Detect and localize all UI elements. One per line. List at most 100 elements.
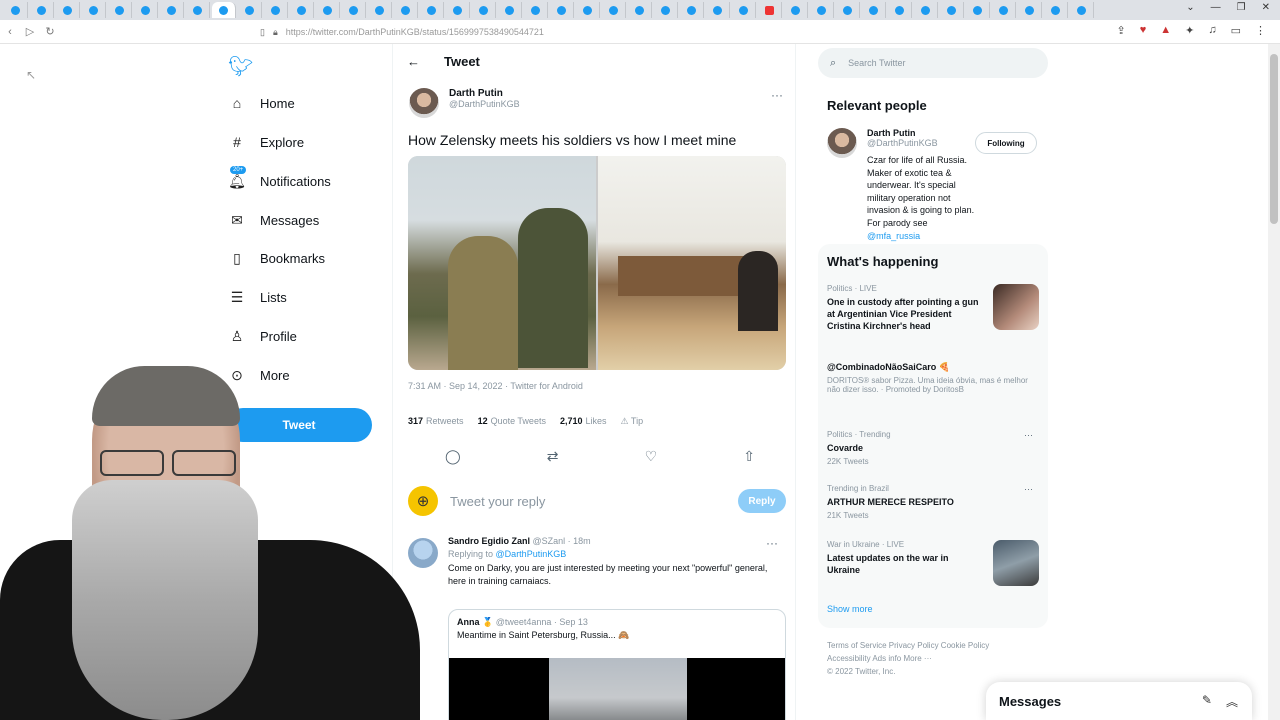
sidebar-icon[interactable]: ▭ <box>1231 24 1241 37</box>
media-icon[interactable]: ♫ <box>1208 24 1216 37</box>
author-handle[interactable]: @DarthPutinKGB <box>449 99 520 109</box>
bio-link[interactable]: @mfa_russia <box>867 231 920 241</box>
tweet-author[interactable]: Darth Putin @DarthPutinKGB <box>409 88 520 118</box>
browser-tab[interactable] <box>550 2 574 18</box>
browser-tab[interactable] <box>472 2 496 18</box>
browser-tab[interactable] <box>862 2 886 18</box>
browser-tab[interactable] <box>316 2 340 18</box>
replying-to-handle[interactable]: @DarthPutinKGB <box>496 549 567 559</box>
browser-tab[interactable] <box>784 2 808 18</box>
reply-input[interactable]: Tweet your reply <box>450 494 738 509</box>
sidebar-item-messages[interactable]: ✉ Messages <box>228 206 319 234</box>
more-options-icon[interactable]: ··· <box>771 88 783 102</box>
address-bar[interactable]: ▯ 🔒︎ https://twitter.com/DarthPutinKGB/s… <box>260 23 950 41</box>
share-icon[interactable]: ⇧ <box>743 448 755 465</box>
quotes-count[interactable]: 12 Quote Tweets <box>478 416 546 427</box>
sidebar-item-notifications[interactable]: 🔔︎ 20+ Notifications <box>228 166 331 195</box>
browser-tab[interactable] <box>1044 2 1068 18</box>
reply-button[interactable]: Reply <box>738 489 786 513</box>
browser-tab[interactable] <box>810 2 834 18</box>
tweet-photo-hall[interactable] <box>598 156 786 370</box>
browser-tab[interactable] <box>134 2 158 18</box>
more-options-icon[interactable]: ··· <box>1024 484 1033 494</box>
messages-drawer[interactable]: Messages ✎ ︽ <box>986 682 1252 720</box>
browser-tab[interactable] <box>264 2 288 18</box>
more-options-icon[interactable]: ··· <box>766 536 778 550</box>
trend-item-promoted[interactable]: @CombinadoNãoSaiCaro 🍕 DORITOS® sabor Pi… <box>827 358 1039 394</box>
browser-tab[interactable] <box>1070 2 1094 18</box>
browser-tab[interactable] <box>966 2 990 18</box>
browser-tab[interactable] <box>420 2 444 18</box>
browser-tab[interactable] <box>56 2 80 18</box>
search-input[interactable]: ⌕ Search Twitter <box>818 48 1048 78</box>
trend-item[interactable]: Politics · LIVE One in custody after poi… <box>827 284 1039 332</box>
expand-icon[interactable]: ︽ <box>1226 693 1238 710</box>
tip-button[interactable]: ⚠︎ Tip <box>621 416 644 427</box>
footer-line[interactable]: Accessibility Ads info More ··· <box>827 653 1037 666</box>
bookmark-page-icon[interactable]: ▯ <box>260 27 265 38</box>
browser-tab[interactable] <box>82 2 106 18</box>
show-more-link[interactable]: Show more <box>827 604 873 614</box>
browser-tab[interactable] <box>654 2 678 18</box>
quote-media[interactable] <box>449 658 785 720</box>
trend-item[interactable]: War in Ukraine · LIVE Latest updates on … <box>827 540 1039 586</box>
browser-tab[interactable] <box>758 2 782 18</box>
sidebar-item-lists[interactable]: ☰ Lists <box>228 283 287 311</box>
trend-item[interactable]: Politics · Trending Covarde 22K Tweets ·… <box>827 430 1039 466</box>
relevant-person-name[interactable]: Darth Putin <box>867 128 977 138</box>
new-message-icon[interactable]: ✎ <box>1202 693 1212 710</box>
browser-tab[interactable] <box>342 2 366 18</box>
avatar[interactable] <box>827 128 857 158</box>
extensions-puzzle-icon[interactable]: ✦ <box>1185 24 1194 37</box>
author-display-name[interactable]: Darth Putin <box>449 88 520 99</box>
browser-tab[interactable] <box>732 2 756 18</box>
quoted-tweet[interactable]: Anna 🥇 @tweet4anna · Sep 13 Meantime in … <box>448 609 786 720</box>
browser-tab[interactable] <box>888 2 912 18</box>
minimize-icon[interactable]: — <box>1211 2 1221 13</box>
share-icon[interactable]: ⇪ <box>1116 24 1125 37</box>
trend-item[interactable]: Trending in Brazil ARTHUR MERECE RESPEIT… <box>827 484 1039 520</box>
browser-tab[interactable] <box>836 2 860 18</box>
url-text[interactable]: https://twitter.com/DarthPutinKGB/status… <box>286 27 544 37</box>
likes-count[interactable]: 2,710 Likes <box>560 416 607 427</box>
browser-tab[interactable] <box>706 2 730 18</box>
browser-tab[interactable] <box>576 2 600 18</box>
scrollbar-thumb[interactable] <box>1270 54 1278 224</box>
browser-tab[interactable] <box>4 2 28 18</box>
tweet-photo-selfie[interactable] <box>408 156 596 370</box>
browser-tab[interactable] <box>498 2 522 18</box>
browser-tab[interactable] <box>992 2 1016 18</box>
chevron-down-icon[interactable]: ⌄ <box>1186 2 1194 13</box>
browser-tab[interactable] <box>1018 2 1042 18</box>
sidebar-item-profile[interactable]: ♙ Profile <box>228 322 297 350</box>
twitter-bird-icon[interactable]: 🐦︎ <box>228 54 253 79</box>
close-icon[interactable]: ✕ <box>1262 2 1270 13</box>
sidebar-item-home[interactable]: ⌂ Home <box>228 89 295 117</box>
menu-icon[interactable]: ⋮ <box>1255 24 1266 37</box>
reload-icon[interactable]: ↻ <box>40 25 60 38</box>
reply-icon[interactable]: ◯ <box>445 448 461 465</box>
like-heart-icon[interactable]: ♡ <box>645 448 658 465</box>
browser-tab[interactable] <box>602 2 626 18</box>
avatar[interactable] <box>409 88 439 118</box>
relevant-person[interactable]: Darth Putin @DarthPutinKGB Czar for life… <box>827 128 977 242</box>
browser-tab[interactable] <box>940 2 964 18</box>
alert-extension-icon[interactable]: ▲ <box>1160 24 1171 37</box>
browser-tab[interactable] <box>628 2 652 18</box>
browser-tab[interactable] <box>368 2 392 18</box>
sidebar-item-bookmarks[interactable]: ▯ Bookmarks <box>228 244 325 272</box>
tweet-media[interactable] <box>408 156 786 370</box>
browser-tab[interactable] <box>238 2 262 18</box>
footer-line[interactable]: Terms of Service Privacy Policy Cookie P… <box>827 640 1037 653</box>
reply-author-handle[interactable]: @SZanl · 18m <box>533 536 591 546</box>
browser-tab[interactable] <box>680 2 704 18</box>
sidebar-item-explore[interactable]: # Explore <box>228 128 304 156</box>
browser-tab-active[interactable] <box>212 2 236 18</box>
browser-tab[interactable] <box>30 2 54 18</box>
more-options-icon[interactable]: ··· <box>1024 430 1033 440</box>
browser-tab[interactable] <box>524 2 548 18</box>
play-icon[interactable]: ▷ <box>20 25 40 38</box>
browser-tab[interactable] <box>394 2 418 18</box>
back-arrow-icon[interactable]: ← <box>407 54 420 69</box>
browser-tab[interactable] <box>446 2 470 18</box>
